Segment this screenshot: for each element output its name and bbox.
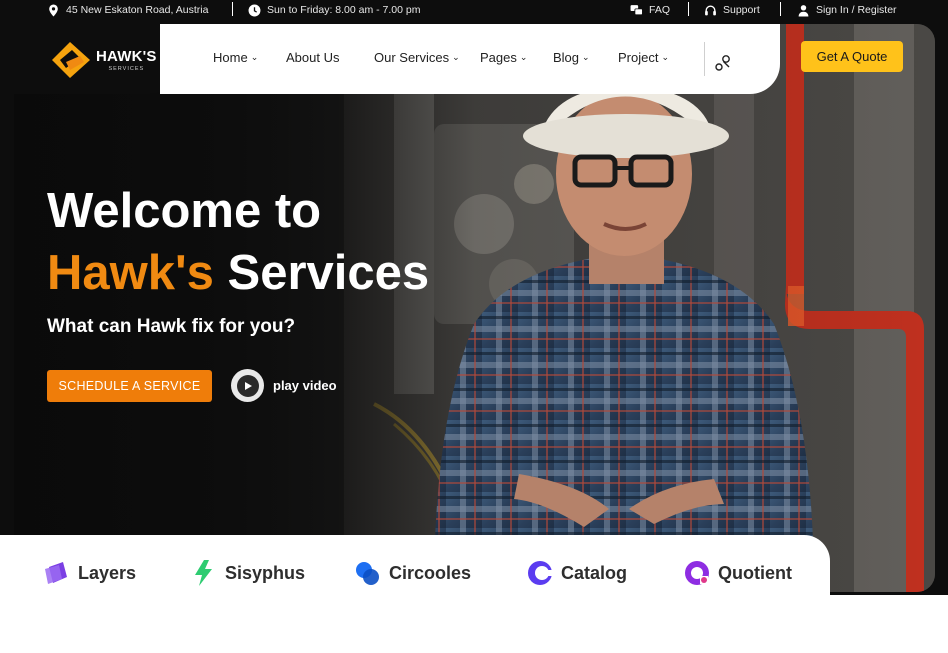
circles-icon	[356, 562, 379, 585]
nav-pages-label: Pages	[480, 50, 517, 65]
nav-project[interactable]: Project ⌄	[618, 50, 669, 65]
catalog-icon	[528, 561, 554, 585]
faq-chat-icon	[630, 4, 643, 15]
hero-title-rest: Services	[227, 246, 430, 300]
nav-divider	[704, 42, 705, 76]
clock-icon	[248, 4, 261, 16]
brand-name: Quotient	[718, 562, 792, 583]
technician-photo	[14, 24, 935, 592]
signin-link[interactable]: Sign In / Register	[797, 0, 897, 20]
hero-title-line1: Welcome to	[47, 184, 322, 238]
quotient-icon	[685, 561, 709, 585]
divider	[780, 2, 781, 16]
brand-name: Sisyphus	[225, 562, 306, 583]
layers-icon	[45, 562, 67, 584]
user-icon	[798, 4, 809, 16]
brand-layers: Layers	[43, 559, 136, 587]
nav-services[interactable]: Our Services ⌄	[374, 50, 460, 65]
divider	[688, 2, 689, 16]
nav-home[interactable]: Home ⌄	[213, 50, 258, 65]
headset-icon	[705, 4, 716, 15]
brand-name: Catalog	[561, 562, 628, 583]
nav-about[interactable]: About Us	[286, 50, 339, 65]
nav-project-label: Project	[618, 50, 659, 65]
hero-title-line2: Hawk's Services	[47, 244, 429, 302]
page: 45 New Eskaton Road, Austria Sun to Frid…	[0, 0, 948, 653]
nav-services-label: Our Services	[374, 50, 450, 65]
bolt-icon	[195, 560, 212, 586]
nav-blog[interactable]: Blog ⌄	[553, 50, 590, 65]
hours-info: Sun to Friday: 8.00 am - 7.00 pm	[248, 0, 421, 20]
hero-title-accent: Hawk's	[47, 246, 214, 300]
brand-logo[interactable]: HAWK'S SERVICES	[50, 40, 157, 80]
logo-name: HAWK'S	[96, 48, 157, 65]
play-video-label: play video	[273, 378, 337, 393]
hero-subtitle: What can Hawk fix for you?	[47, 316, 296, 337]
play-circle	[231, 369, 264, 402]
hero-section	[0, 20, 948, 595]
nav-home-label: Home	[213, 50, 248, 65]
nav-blog-label: Blog	[553, 50, 580, 65]
search-icon[interactable]	[713, 52, 733, 72]
chevron-down-icon: ⌄	[661, 52, 670, 62]
chevron-down-icon: ⌄	[519, 52, 528, 62]
brand-name: Circooles	[389, 562, 472, 583]
brand-sisyphus: Sisyphus	[190, 559, 305, 587]
schedule-service-button[interactable]: SCHEDULE A SERVICE	[47, 370, 212, 402]
hero-image	[14, 24, 935, 592]
nav-about-label: About Us	[286, 50, 340, 65]
hours-text: Sun to Friday: 8.00 am - 7.00 pm	[267, 4, 421, 16]
get-quote-button[interactable]: Get A Quote	[801, 41, 903, 72]
logo-tagline: SERVICES	[108, 66, 145, 72]
chevron-down-icon: ⌄	[452, 52, 460, 62]
location-pin-icon	[49, 4, 58, 16]
faq-link[interactable]: FAQ	[630, 0, 670, 20]
faq-label: FAQ	[649, 4, 671, 16]
signin-label: Sign In / Register	[816, 4, 897, 16]
chevron-down-icon: ⌄	[250, 52, 259, 62]
brand-name: Layers	[78, 562, 137, 583]
support-link[interactable]: Support	[704, 0, 760, 20]
address-text: 45 New Eskaton Road, Austria	[66, 4, 209, 16]
chevron-down-icon: ⌄	[582, 52, 590, 62]
divider	[232, 2, 233, 16]
brand-circooles: Circooles	[354, 559, 471, 587]
play-icon	[236, 374, 259, 397]
address-info: 45 New Eskaton Road, Austria	[47, 0, 208, 20]
play-video-button[interactable]: play video	[231, 369, 337, 402]
brand-quotient: Quotient	[683, 559, 792, 587]
hawk-logo-icon	[52, 42, 90, 78]
support-label: Support	[723, 4, 760, 16]
brand-catalog: Catalog	[526, 559, 627, 587]
nav-pages[interactable]: Pages ⌄	[480, 50, 527, 65]
